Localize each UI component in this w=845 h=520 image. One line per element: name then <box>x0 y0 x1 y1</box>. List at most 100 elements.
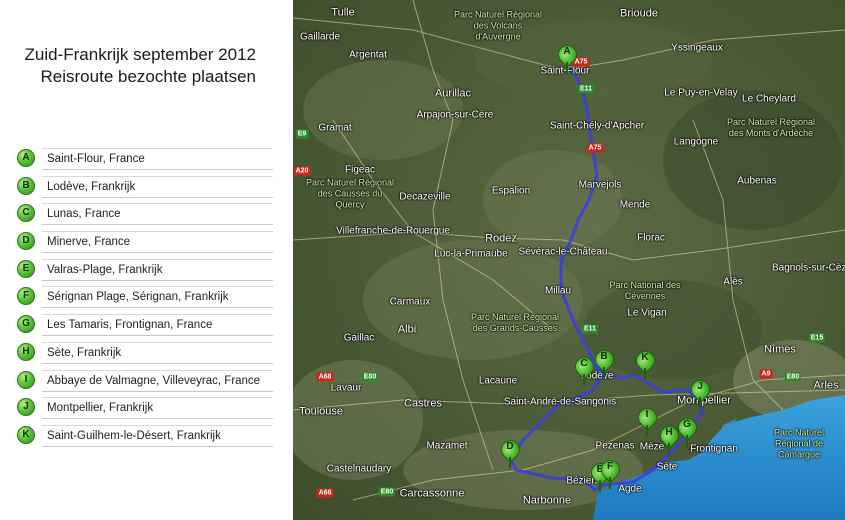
route-marker-c[interactable]: C <box>571 353 598 387</box>
route-marker-a[interactable]: A <box>554 41 581 75</box>
place-label: Albi <box>397 323 417 336</box>
place-label: Luc-la-Primaube <box>434 248 508 260</box>
place-label: Aurillac <box>434 87 472 100</box>
place-label: Figeac <box>344 164 376 176</box>
stop-row[interactable]: H Sète, Frankrijk <box>14 341 276 370</box>
marker-icon: D <box>17 232 35 251</box>
road-shield: A20 <box>293 166 311 176</box>
map-labels: Tulle Brioude Argentat Aurillac Le Puy-e… <box>293 0 845 520</box>
stop-name[interactable]: Abbaye de Valmagne, Villeveyrac, France <box>42 369 273 392</box>
stop-row[interactable]: A Saint-Flour, France <box>14 148 276 176</box>
stop-row[interactable]: D Minerve, France <box>14 231 276 259</box>
road-shield: A68 <box>316 372 334 382</box>
marker-icon: A <box>17 149 35 167</box>
marker-icon: C <box>17 204 35 223</box>
place-label: Bagnols-sur-Cèze <box>771 262 845 274</box>
place-label: Argentat <box>349 49 387 61</box>
marker-icon: G <box>17 315 35 334</box>
marker-icon: K <box>17 425 35 444</box>
stop-row[interactable]: I Abbaye de Valmagne, Villeveyrac, France <box>14 369 276 398</box>
road-shield: E11 <box>577 84 595 94</box>
place-label: Sète <box>656 461 678 473</box>
route-marker-f[interactable]: F <box>597 456 624 490</box>
place-label: Saint-André-de-Sangonis <box>503 396 617 408</box>
stop-name[interactable]: Lunas, France <box>42 203 273 226</box>
route-marker-d[interactable]: D <box>497 436 524 470</box>
stop-row[interactable]: C Lunas, France <box>14 203 276 231</box>
title-line-1: Zuid-Frankrijk september 2012 <box>24 45 256 64</box>
place-label: Narbonne <box>522 494 572 507</box>
place-label: Pezenas <box>595 440 635 452</box>
park-label: Parc Naturel Régional des Volcans d'Auve… <box>453 9 543 42</box>
stop-row[interactable]: F Sérignan Plage, Sérignan, Frankrijk <box>14 286 276 314</box>
place-label: Le Puy-en-Velay <box>664 87 738 99</box>
place-label: Agde <box>618 483 642 495</box>
route-marker-i[interactable]: I <box>634 404 661 438</box>
park-label: Parc Naturel Régional des Monts d'Ardèch… <box>726 117 816 138</box>
route-marker-h[interactable]: H <box>656 422 683 456</box>
marker-icon: F <box>17 287 35 306</box>
place-label: Mende <box>619 199 651 211</box>
stop-row[interactable]: K Saint-Guilhem-le-Désert, Frankrijk <box>14 424 276 453</box>
place-label: Gramat <box>318 122 352 134</box>
place-label: Arles <box>813 379 839 392</box>
place-label: Toulouse <box>298 405 344 418</box>
marker-icon: I <box>17 370 35 389</box>
stop-name[interactable]: Les Tamaris, Frontignan, France <box>42 314 273 337</box>
park-label: Parc Naturel Régional des Causses du Que… <box>305 177 395 210</box>
stop-name[interactable]: Valras-Plage, Frankrijk <box>42 258 273 281</box>
place-label: Langogne <box>673 136 719 148</box>
place-label: Nîmes <box>764 343 796 356</box>
road-shield: A75 <box>586 143 604 153</box>
place-label: Carmaux <box>389 296 431 308</box>
stop-name[interactable]: Lodève, Frankrijk <box>42 175 273 198</box>
road-shield: E80 <box>784 372 802 382</box>
stop-name[interactable]: Montpellier, Frankrijk <box>42 397 273 420</box>
road-shield: E80 <box>361 372 379 382</box>
stop-row[interactable]: B Lodève, Frankrijk <box>14 175 276 204</box>
route-marker-j[interactable]: J <box>687 376 714 410</box>
stop-name[interactable]: Saint-Flour, France <box>42 148 273 170</box>
place-label: Lacaune <box>478 375 518 387</box>
stop-row[interactable]: G Les Tamaris, Frontignan, France <box>14 314 276 342</box>
route-marker-b[interactable]: B <box>591 346 618 380</box>
place-label: Carcassonne <box>399 487 465 500</box>
park-label: Parc Naturel Régional de Camargue <box>773 427 825 460</box>
map-view[interactable]: Tulle Brioude Argentat Aurillac Le Puy-e… <box>293 0 845 520</box>
place-label: Lavaur <box>330 382 362 394</box>
place-label: Sévérac-le-Château <box>518 246 608 258</box>
place-label: Gaillac <box>343 332 375 344</box>
place-label: Alès <box>723 276 743 288</box>
place-label: Decazeville <box>399 191 451 203</box>
place-label: Aubenas <box>737 175 777 187</box>
left-panel: Zuid-Frankrijk september 2012 Reisroute … <box>0 0 293 520</box>
stop-list: A Saint-Flour, France B Lodève, Frankrijk C L… <box>14 148 276 453</box>
place-label: Castelnaudary <box>326 463 392 475</box>
place-label: Arpajon-sur-Cère <box>416 109 494 121</box>
stop-name[interactable]: Saint-Guilhem-le-Désert, Frankrijk <box>42 424 273 447</box>
stop-name[interactable]: Sète, Frankrijk <box>42 341 273 364</box>
marker-icon: B <box>17 176 35 195</box>
marker-icon: J <box>17 398 35 417</box>
marker-icon: H <box>17 342 35 361</box>
place-label: Le Vigan <box>627 307 667 319</box>
place-label: Castres <box>404 397 442 410</box>
place-label: Yssingeaux <box>671 42 723 54</box>
place-label: Gaillarde <box>299 31 341 43</box>
stop-name[interactable]: Sérignan Plage, Sérignan, Frankrijk <box>42 286 273 309</box>
road-shield: A9 <box>759 369 773 379</box>
route-marker-k[interactable]: K <box>632 347 659 381</box>
place-label: Le Cheylard <box>742 93 796 105</box>
place-label: Villefranche-de-Rouergue <box>336 225 450 237</box>
stop-row[interactable]: J Montpellier, Frankrijk <box>14 397 276 425</box>
place-label: Espalion <box>491 185 531 197</box>
road-shield: A66 <box>316 488 334 498</box>
place-label: Rodez <box>485 232 517 245</box>
page-title: Zuid-Frankrijk september 2012 Reisroute … <box>0 44 256 88</box>
place-label: Mazamet <box>426 440 468 452</box>
road-shield: E9 <box>295 129 309 139</box>
place-label: Florac <box>637 232 665 244</box>
stop-row[interactable]: E Valras-Plage, Frankrijk <box>14 258 276 287</box>
place-label: Tulle <box>331 6 355 19</box>
stop-name[interactable]: Minerve, France <box>42 231 273 254</box>
